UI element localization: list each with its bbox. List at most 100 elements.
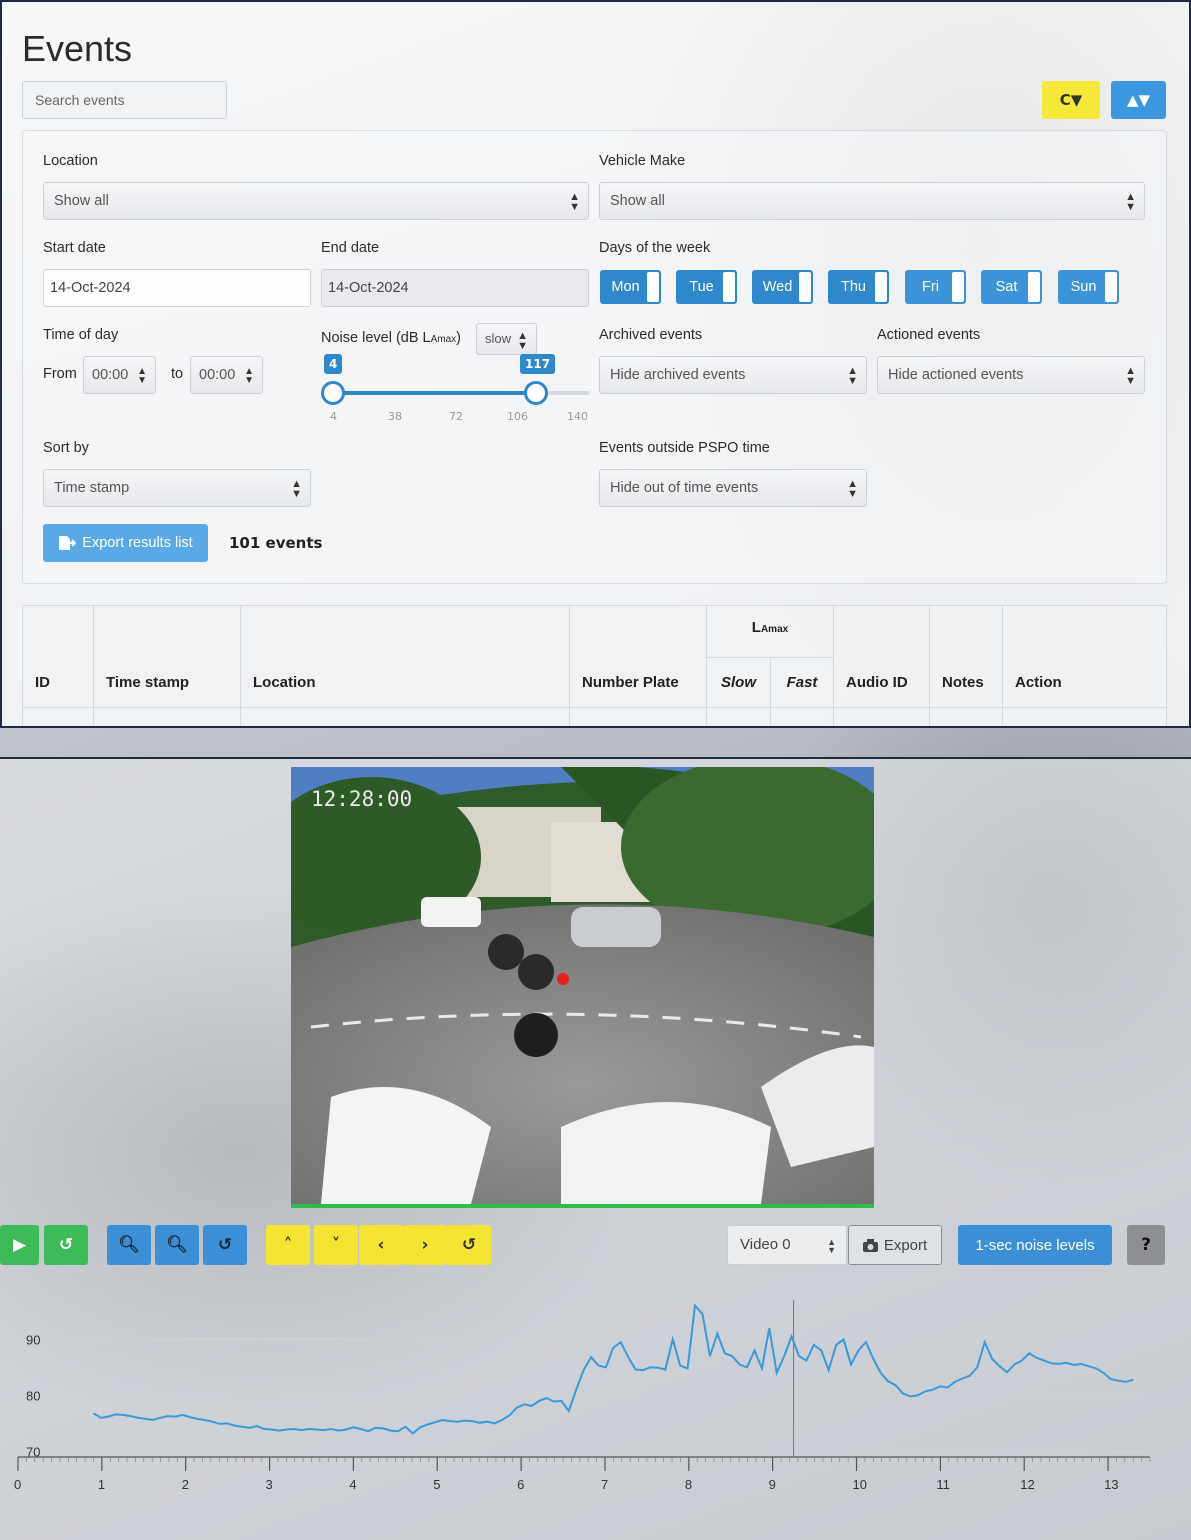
toggle-knob bbox=[875, 272, 887, 302]
zoom-out-button[interactable]: 🔍︎ bbox=[155, 1225, 199, 1265]
reset-filter-button[interactable]: C▼ bbox=[1042, 81, 1100, 119]
zoom-out-icon: 🔍︎ bbox=[166, 1235, 188, 1255]
col-slow[interactable]: Slow bbox=[706, 657, 771, 708]
slider-tick-label: 4 bbox=[330, 410, 337, 423]
events-count: 101 events bbox=[229, 534, 323, 552]
events-panel: Events Search events C▼ ▲▼ Location Show… bbox=[0, 0, 1191, 728]
x-tick-label: 2 bbox=[182, 1477, 189, 1492]
actioned-label: Actioned events bbox=[877, 327, 981, 343]
from-time-select[interactable]: 00:00 ▲ ▼ bbox=[83, 356, 156, 394]
chevron-down-icon: ˅ bbox=[331, 1235, 341, 1255]
start-date-field[interactable]: 14-Oct-2024 bbox=[43, 269, 311, 307]
x-tick-label: 4 bbox=[349, 1477, 356, 1492]
col-fast[interactable]: Fast bbox=[770, 657, 834, 708]
start-date-label: Start date bbox=[43, 240, 106, 256]
day-toggle-fri[interactable]: Fri bbox=[905, 270, 966, 304]
day-toggle-mon[interactable]: Mon bbox=[600, 270, 661, 304]
col-location[interactable]: Location bbox=[240, 605, 570, 708]
help-button[interactable]: ? bbox=[1127, 1225, 1165, 1265]
pspo-select-value: Hide out of time events bbox=[610, 480, 759, 496]
pspo-label: Events outside PSPO time bbox=[599, 440, 770, 456]
noise-level-chart[interactable]: 7080900 1 2 3 4 5 6 7 8 9 10 11 12 13 bbox=[0, 1280, 1191, 1540]
updown-icon: ▲ ▼ bbox=[847, 478, 858, 500]
col-action: Action bbox=[1002, 605, 1167, 708]
noise-min-tooltip: 4 bbox=[324, 354, 343, 374]
location-select[interactable]: Show all ▲ ▼ bbox=[43, 182, 589, 220]
updown-icon: ▲ ▼ bbox=[847, 365, 858, 387]
archived-select[interactable]: Hide archived events ▲ ▼ bbox=[599, 356, 867, 394]
search-input[interactable]: Search events bbox=[22, 81, 227, 119]
toggle-filter-button[interactable]: ▲▼ bbox=[1111, 81, 1166, 119]
day-toggle-sat[interactable]: Sat bbox=[981, 270, 1042, 304]
zoom-in-icon: 🔍︎ bbox=[118, 1235, 140, 1255]
noise-max-handle[interactable] bbox=[524, 381, 548, 405]
actioned-select[interactable]: Hide actioned events ▲ ▼ bbox=[877, 356, 1145, 394]
noise-label-end: ) bbox=[456, 330, 462, 346]
location-label: Location bbox=[43, 153, 98, 169]
play-button[interactable]: ▶ bbox=[0, 1225, 39, 1265]
export-results-button[interactable]: Export results list bbox=[43, 524, 208, 562]
x-tick-label: 0 bbox=[14, 1477, 21, 1492]
replay-button[interactable]: ↺ bbox=[44, 1225, 88, 1265]
pan-left-button[interactable]: ‹ bbox=[359, 1225, 403, 1265]
zoom-in-button[interactable]: 🔍︎ bbox=[107, 1225, 151, 1265]
sort-by-select[interactable]: Time stamp ▲ ▼ bbox=[43, 469, 311, 507]
video-player[interactable]: 12:28:00 bbox=[291, 767, 874, 1208]
col-notes[interactable]: Notes bbox=[929, 605, 1003, 708]
lamax-sub: Amax bbox=[760, 624, 789, 635]
col-number-plate[interactable]: Number Plate bbox=[569, 605, 707, 708]
toggle-knob bbox=[952, 272, 964, 302]
noise-min-handle[interactable] bbox=[321, 381, 345, 405]
slider-tick-label: 106 bbox=[507, 410, 528, 423]
x-tick-label: 8 bbox=[685, 1477, 692, 1492]
y-tick-label: 80 bbox=[26, 1388, 40, 1403]
export-video-button[interactable]: Export bbox=[848, 1225, 942, 1265]
noise-level-label: Noise level (dB LAmax) bbox=[321, 330, 461, 346]
vehicle-make-select[interactable]: Show all ▲ ▼ bbox=[599, 182, 1145, 220]
reset-icon: ↺ bbox=[461, 1235, 477, 1255]
to-time-select[interactable]: 00:00 ▲ ▼ bbox=[190, 356, 263, 394]
reset-filter-icon: C▼ bbox=[1059, 91, 1083, 109]
day-toggle-tue[interactable]: Tue bbox=[676, 270, 737, 304]
pan-up-button[interactable]: ˄ bbox=[266, 1225, 310, 1265]
reset-zoom-button[interactable]: ↺ bbox=[203, 1225, 247, 1265]
x-tick-label: 3 bbox=[266, 1477, 273, 1492]
to-time-value: 00:00 bbox=[199, 367, 236, 383]
col-audio-id[interactable]: Audio ID bbox=[833, 605, 930, 708]
day-toggle-sun[interactable]: Sun bbox=[1058, 270, 1119, 304]
updown-icon: ▲ ▼ bbox=[1125, 365, 1136, 387]
day-toggle-wed[interactable]: Wed bbox=[752, 270, 813, 304]
noise-levels-button[interactable]: 1-sec noise levels bbox=[958, 1225, 1112, 1265]
time-of-day-label: Time of day bbox=[43, 327, 119, 343]
pan-down-button[interactable]: ˅ bbox=[314, 1225, 358, 1265]
video-timestamp: 12:28:00 bbox=[311, 787, 413, 811]
reset-pan-button[interactable]: ↺ bbox=[447, 1225, 491, 1265]
noise-speed-select[interactable]: slow ▲ ▼ bbox=[476, 323, 537, 355]
x-tick-label: 1 bbox=[98, 1477, 105, 1492]
x-tick-label: 9 bbox=[769, 1477, 776, 1492]
end-date-field[interactable]: 14-Oct-2024 bbox=[321, 269, 589, 307]
updown-icon: ▲ ▼ bbox=[517, 330, 528, 352]
col-id[interactable]: ID bbox=[22, 605, 94, 708]
updown-icon: ▲ ▼ bbox=[244, 366, 254, 386]
toggle-knob bbox=[723, 272, 735, 302]
pan-right-button[interactable]: › bbox=[403, 1225, 447, 1265]
export-results-label: Export results list bbox=[82, 535, 193, 551]
replay-icon: ↺ bbox=[58, 1235, 74, 1255]
noise-series-line bbox=[92, 1303, 1134, 1435]
to-label: to bbox=[171, 366, 184, 382]
table-row[interactable] bbox=[22, 707, 1167, 726]
x-tick-label: 7 bbox=[601, 1477, 608, 1492]
filter-icon: ▲▼ bbox=[1126, 91, 1151, 109]
video-source-value: Video 0 bbox=[740, 1236, 791, 1253]
day-toggle-thu[interactable]: Thu bbox=[828, 270, 889, 304]
x-tick-label: 13 bbox=[1104, 1477, 1118, 1492]
toggle-knob bbox=[647, 272, 659, 302]
col-timestamp[interactable]: Time stamp bbox=[93, 605, 241, 708]
video-source-select[interactable]: Video 0 ▲ ▼ bbox=[727, 1225, 847, 1265]
x-tick-label: 6 bbox=[517, 1477, 524, 1492]
vehicle-make-select-value: Show all bbox=[610, 193, 665, 209]
from-label: From bbox=[43, 366, 77, 382]
updown-icon: ▲ ▼ bbox=[827, 1237, 836, 1255]
pspo-select[interactable]: Hide out of time events ▲ ▼ bbox=[599, 469, 867, 507]
